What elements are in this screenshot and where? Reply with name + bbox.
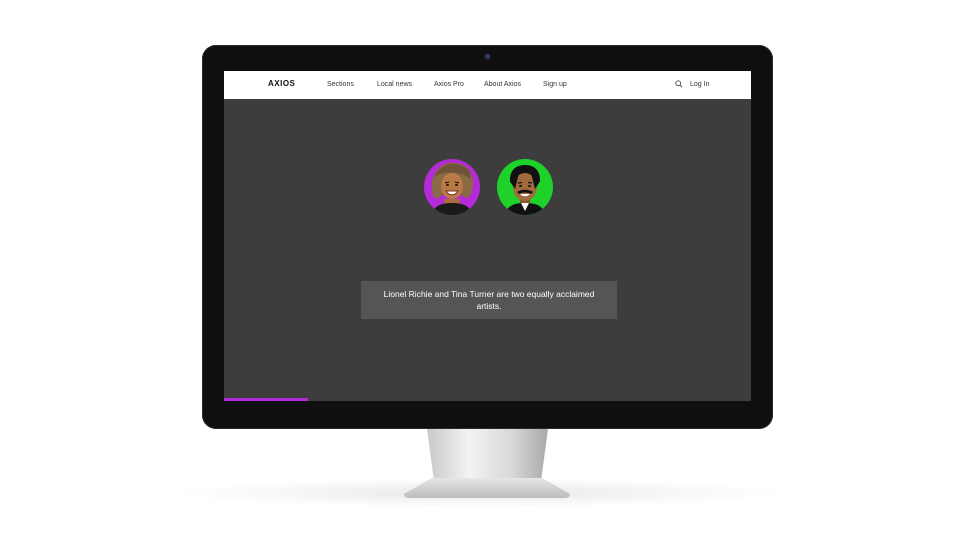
nav-sections[interactable]: Sections bbox=[327, 81, 354, 88]
login-link[interactable]: Log In bbox=[690, 81, 709, 88]
tina-illustration bbox=[431, 162, 474, 215]
lionel-richie-avatar bbox=[497, 159, 553, 215]
nav-local-news[interactable]: Local news bbox=[377, 81, 412, 88]
monitor-stand-base bbox=[404, 478, 570, 498]
nav-axios-pro[interactable]: Axios Pro bbox=[434, 81, 464, 88]
axios-logo[interactable]: AXIOS bbox=[268, 79, 295, 88]
camera-icon bbox=[485, 54, 490, 59]
nav-about-axios[interactable]: About Axios bbox=[484, 81, 521, 88]
tina-turner-avatar bbox=[424, 159, 480, 215]
monitor-screen: AXIOS Sections Local news Axios Pro Abou… bbox=[224, 71, 751, 401]
top-navbar: AXIOS Sections Local news Axios Pro Abou… bbox=[224, 71, 751, 99]
caption-text: Lionel Richie and Tina Turner are two eq… bbox=[383, 289, 595, 311]
monitor-frame: AXIOS Sections Local news Axios Pro Abou… bbox=[202, 45, 773, 429]
lionel-illustration bbox=[505, 165, 545, 215]
progress-bar-fill bbox=[224, 398, 309, 401]
search-icon[interactable] bbox=[675, 80, 683, 88]
nav-sign-up[interactable]: Sign up bbox=[543, 81, 567, 88]
progress-bar bbox=[224, 398, 751, 401]
caption-box: Lionel Richie and Tina Turner are two eq… bbox=[361, 281, 617, 319]
